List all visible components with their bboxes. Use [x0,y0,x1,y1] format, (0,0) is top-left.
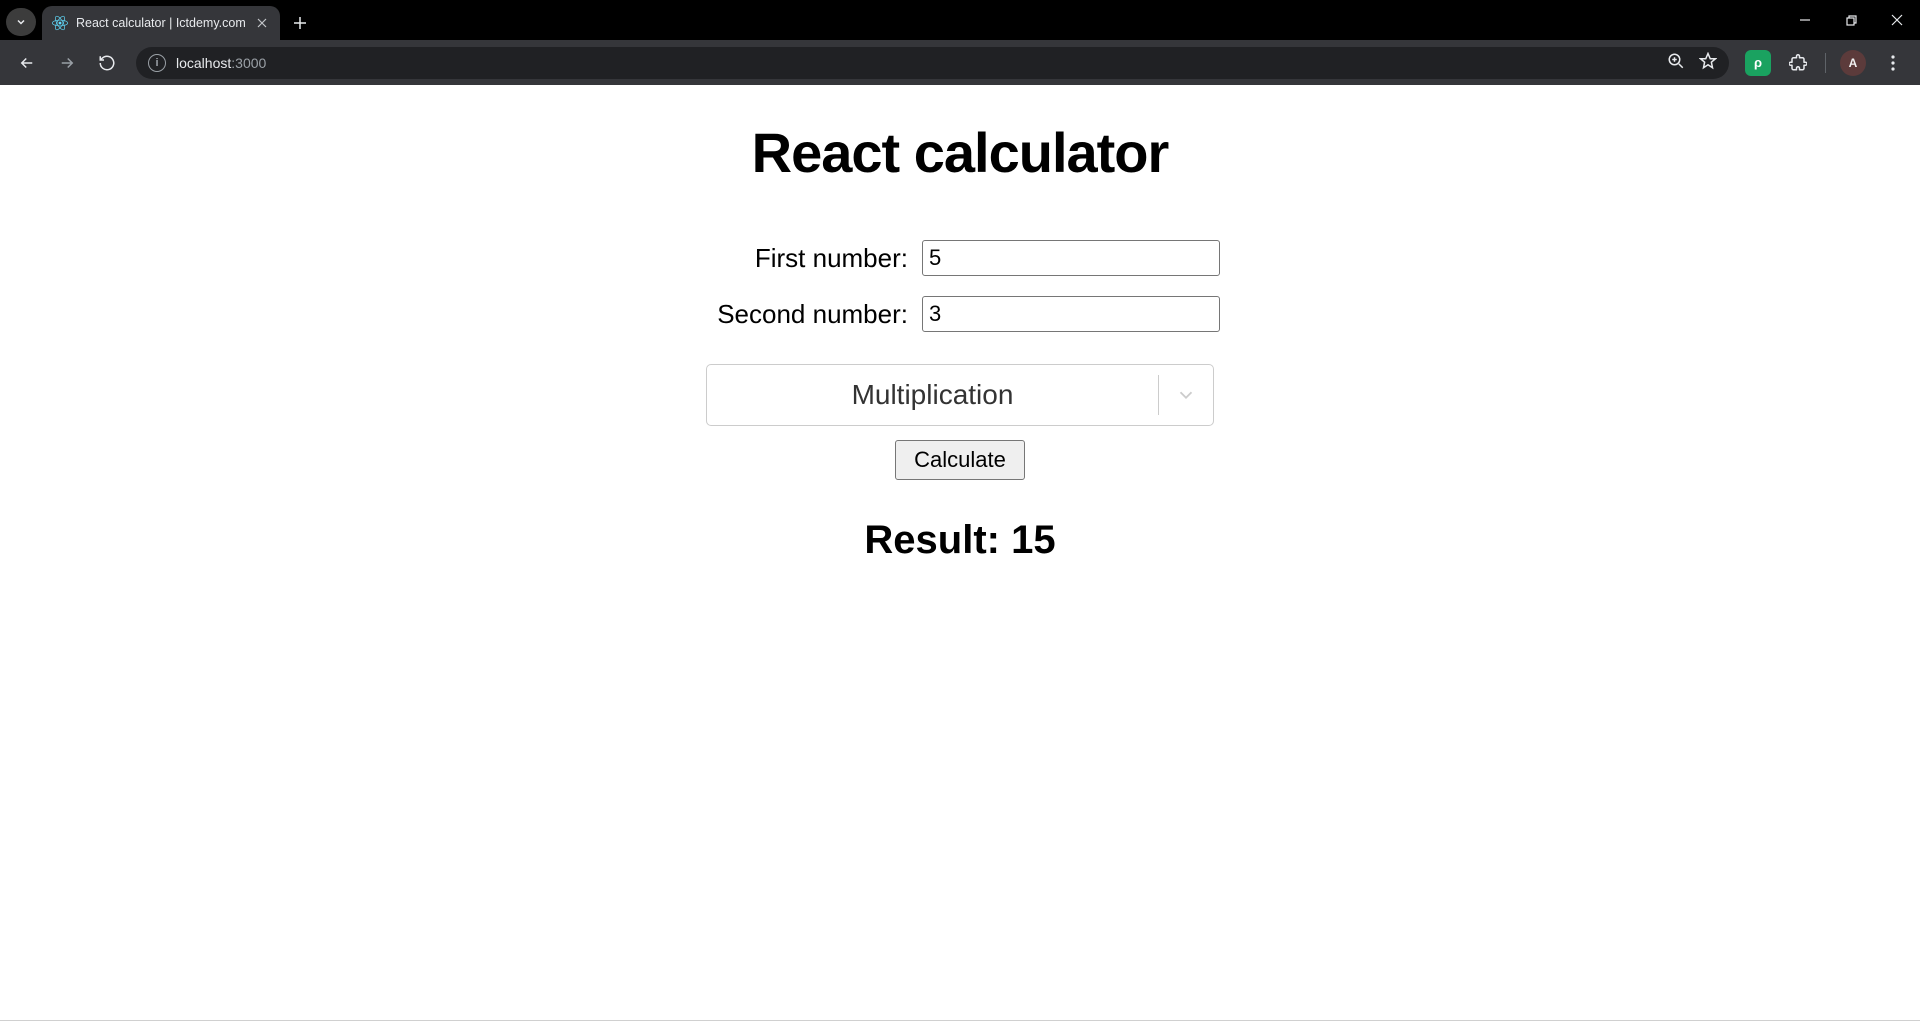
forward-button[interactable] [50,46,84,80]
calculate-button[interactable]: Calculate [895,440,1025,480]
profile-avatar: A [1840,50,1866,76]
second-number-label: Second number: [700,299,908,330]
site-info-icon[interactable]: i [148,54,166,72]
url-host: localhost [176,55,231,71]
tab-search-button[interactable] [6,8,36,36]
extensions-button[interactable] [1781,46,1815,80]
browser-window: React calculator | Ictdemy.com [0,0,1920,1021]
calculator-app: React calculator First number: Second nu… [0,85,1920,563]
first-number-row: First number: [700,240,1220,276]
address-bar[interactable]: i localhost:3000 [136,47,1729,79]
toolbar-divider [1825,53,1826,73]
url-port: :3000 [231,55,266,71]
window-maximize-button[interactable] [1828,0,1874,40]
browser-toolbar: i localhost:3000 ρ A [0,40,1920,85]
window-minimize-button[interactable] [1782,0,1828,40]
bookmark-icon[interactable] [1699,52,1717,73]
page-viewport: React calculator First number: Second nu… [0,85,1920,1021]
result-value: 15 [1011,518,1056,562]
profile-button[interactable]: A [1836,46,1870,80]
second-number-input[interactable] [922,296,1220,332]
second-number-row: Second number: [700,296,1220,332]
page-title: React calculator [752,120,1169,185]
operation-selected-value: Multiplication [707,379,1158,411]
titlebar: React calculator | Ictdemy.com [0,0,1920,40]
first-number-label: First number: [700,243,908,274]
result-prefix: Result: [864,518,1011,562]
tab-title: React calculator | Ictdemy.com [76,16,246,30]
chrome-menu-button[interactable] [1876,46,1910,80]
operation-select[interactable]: Multiplication [706,364,1214,426]
result-heading: Result: 15 [864,518,1055,563]
reload-button[interactable] [90,46,124,80]
url-text: localhost:3000 [176,55,266,71]
tab-close-button[interactable] [254,15,270,31]
window-controls [1782,0,1920,40]
browser-tab[interactable]: React calculator | Ictdemy.com [42,6,280,40]
back-button[interactable] [10,46,44,80]
extension-green-icon[interactable]: ρ [1741,46,1775,80]
first-number-input[interactable] [922,240,1220,276]
new-tab-button[interactable] [286,9,314,37]
zoom-icon[interactable] [1667,52,1685,73]
react-favicon-icon [52,15,68,31]
window-close-button[interactable] [1874,0,1920,40]
chevron-down-icon [1158,375,1213,415]
